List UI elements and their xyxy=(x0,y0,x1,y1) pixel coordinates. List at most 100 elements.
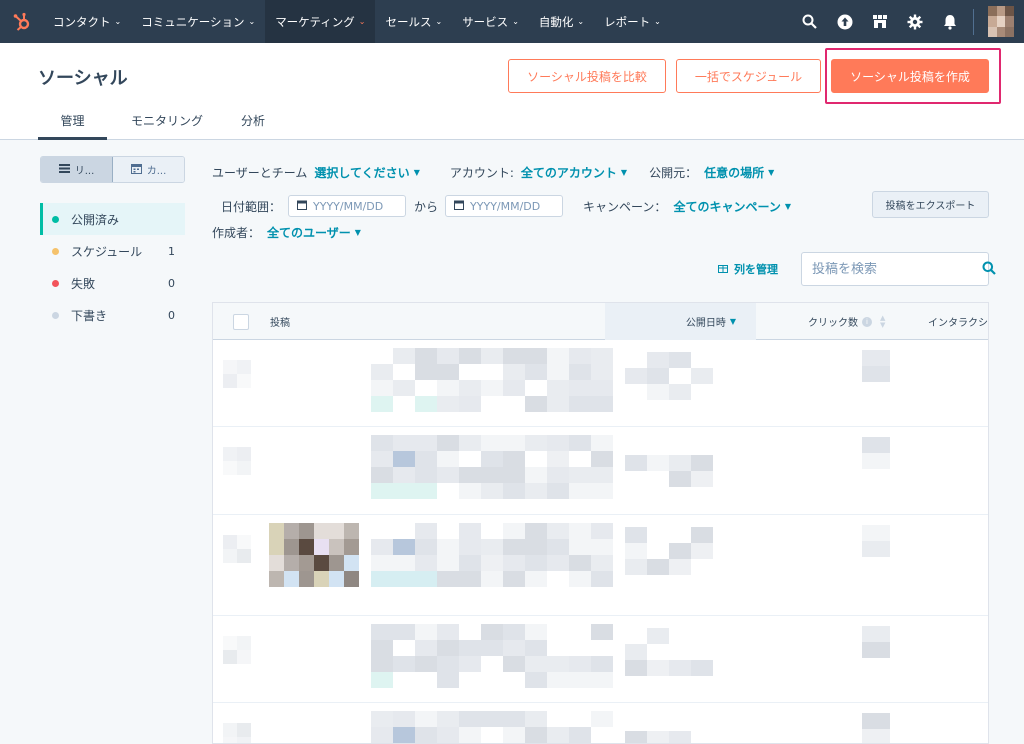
blurred-date xyxy=(669,731,691,743)
table-row[interactable] xyxy=(213,703,988,743)
author-filter-label: 作成者： xyxy=(212,226,261,240)
column-header-post[interactable]: 投稿 xyxy=(270,303,290,340)
blurred-text xyxy=(437,656,459,672)
chevron-down-icon: ⌄ xyxy=(358,17,366,26)
blurred-date xyxy=(669,384,691,400)
blurred-text xyxy=(371,467,393,483)
blurred-thumbnail xyxy=(329,539,344,555)
users-filter-dropdown[interactable]: 選択してください xyxy=(314,164,409,181)
settings-icon[interactable] xyxy=(897,0,932,43)
blurred-date xyxy=(647,368,669,384)
compare-posts-button[interactable]: ソーシャル投稿を比較 xyxy=(508,59,666,93)
blurred-text xyxy=(393,348,415,364)
blurred-thumbnail xyxy=(284,571,299,587)
nav-item-label: 自動化 xyxy=(538,14,574,29)
calendar-view-button[interactable]: カ... xyxy=(113,157,184,182)
blurred-text xyxy=(393,624,415,640)
blurred-text xyxy=(371,555,393,571)
manage-columns-button[interactable]: 列を管理 xyxy=(718,261,778,277)
blurred-text xyxy=(371,396,393,412)
search-icon[interactable] xyxy=(792,0,827,43)
blurred-text xyxy=(437,396,459,412)
tab-analytics[interactable]: 分析 xyxy=(241,103,265,140)
author-filter-dropdown[interactable]: 全てのユーザー xyxy=(267,224,351,241)
blurred-text xyxy=(437,640,459,656)
bulk-schedule-button[interactable]: 一括でスケジュール xyxy=(676,59,821,93)
blurred-text xyxy=(503,523,525,539)
column-header-published-at[interactable]: 公開日時 ▼ xyxy=(605,303,756,340)
user-avatar[interactable] xyxy=(984,0,1018,43)
blurred-text xyxy=(591,523,613,539)
campaign-filter-dropdown[interactable]: 全てのキャンペーン xyxy=(673,198,780,215)
status-count: 1 xyxy=(168,244,175,258)
blurred-text xyxy=(591,555,613,571)
nav-item-3[interactable]: セールス ⌄ xyxy=(375,0,452,43)
blurred-text xyxy=(481,624,503,640)
blurred-text xyxy=(371,539,393,555)
status-label: スケジュール xyxy=(71,244,143,259)
blurred-thumbnail xyxy=(314,539,329,555)
blurred-content xyxy=(223,723,237,737)
blurred-text xyxy=(481,348,503,364)
blurred-metric xyxy=(862,366,890,382)
blurred-text xyxy=(503,727,525,743)
export-posts-button[interactable]: 投稿をエクスポート xyxy=(872,191,989,218)
publisher-filter-dropdown[interactable]: 任意の場所 xyxy=(704,164,764,181)
caret-down-icon: ▼ xyxy=(413,168,420,177)
blurred-text xyxy=(459,380,481,396)
table-row[interactable] xyxy=(213,427,988,515)
list-view-button[interactable]: リ... xyxy=(41,157,113,182)
status-filter-item[interactable]: 下書き 0 xyxy=(40,299,185,331)
date-to-input[interactable]: YYYY/MM/DD xyxy=(445,195,564,217)
blurred-text xyxy=(525,539,547,555)
blurred-text xyxy=(459,727,481,743)
table-row[interactable] xyxy=(213,340,988,427)
tab-monitoring[interactable]: モニタリング xyxy=(131,103,217,140)
nav-item-label: マーケティング xyxy=(275,14,355,29)
date-from-input[interactable]: YYYY/MM/DD xyxy=(288,195,407,217)
nav-item-1[interactable]: コミュニケーション ⌄ xyxy=(131,0,265,43)
column-header-interactions[interactable]: インタラクシ xyxy=(928,303,988,340)
table-row[interactable] xyxy=(213,616,988,703)
status-count: 0 xyxy=(168,308,175,322)
blurred-thumbnail xyxy=(299,571,314,587)
upgrade-icon[interactable] xyxy=(827,0,862,43)
status-filter-item[interactable]: 公開済み xyxy=(40,203,185,235)
blurred-date xyxy=(691,368,713,384)
nav-item-6[interactable]: レポート ⌄ xyxy=(594,0,671,43)
clicks-label: クリック数 xyxy=(808,318,858,329)
account-filter-dropdown[interactable]: 全てのアカウント xyxy=(521,164,617,181)
nav-item-2[interactable]: マーケティング ⌄ xyxy=(265,0,376,43)
nav-item-4[interactable]: サービス ⌄ xyxy=(452,0,529,43)
blurred-content xyxy=(237,360,251,374)
search-icon[interactable] xyxy=(982,261,996,278)
blurred-text xyxy=(547,435,569,451)
marketplace-icon[interactable] xyxy=(862,0,897,43)
info-icon[interactable]: i xyxy=(862,316,872,327)
nav-item-0[interactable]: コンタクト ⌄ xyxy=(43,0,131,43)
blurred-text xyxy=(591,711,613,727)
select-all-checkbox[interactable] xyxy=(233,303,249,340)
blurred-text xyxy=(437,571,459,587)
status-filter-item[interactable]: 失敗 0 xyxy=(40,267,185,299)
status-filter-item[interactable]: スケジュール 1 xyxy=(40,235,185,267)
post-search-input[interactable] xyxy=(812,261,982,277)
blurred-text xyxy=(393,656,415,672)
blurred-text xyxy=(525,348,547,364)
blurred-text xyxy=(415,624,437,640)
blurred-text xyxy=(371,624,393,640)
blurred-content xyxy=(223,650,237,664)
column-header-clicks[interactable]: クリック数 i ▲ ▼ xyxy=(808,303,885,340)
blurred-text xyxy=(481,451,503,467)
blurred-text xyxy=(525,711,547,727)
blurred-text xyxy=(415,656,437,672)
blurred-text xyxy=(547,656,569,672)
notifications-icon[interactable] xyxy=(932,0,967,43)
blurred-text xyxy=(503,451,525,467)
hubspot-logo-icon[interactable] xyxy=(0,0,43,43)
nav-item-5[interactable]: 自動化 ⌄ xyxy=(529,0,594,43)
tab-manage[interactable]: 管理 xyxy=(38,103,107,140)
blurred-date xyxy=(691,660,713,676)
blurred-text xyxy=(547,364,569,380)
table-row[interactable] xyxy=(213,515,988,616)
